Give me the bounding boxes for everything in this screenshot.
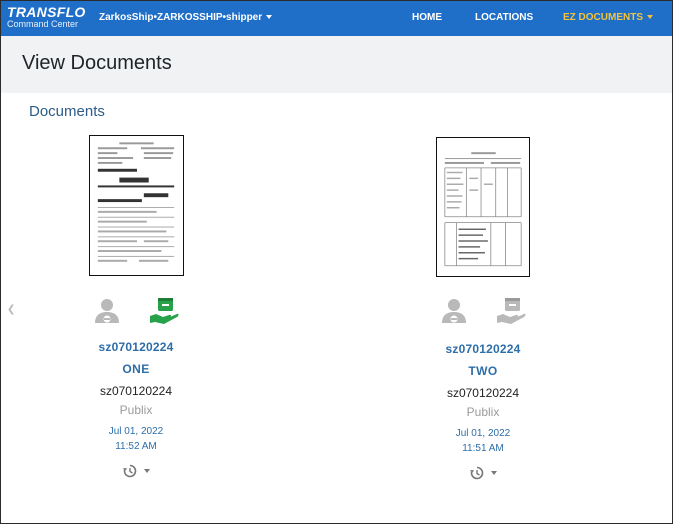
document-type: TWO [468, 364, 498, 378]
chevron-down-icon [266, 15, 273, 20]
hand-box-icon [496, 296, 526, 326]
driver-icon [440, 297, 468, 325]
document-link[interactable]: sz070120224 [408, 342, 558, 356]
document-type: ONE [122, 362, 150, 376]
document-thumbnail[interactable] [88, 135, 184, 276]
driver-icon [93, 297, 121, 325]
section-title: Documents [29, 103, 105, 120]
top-navigation-bar: TRANSFLO Command Center ZarkosShip•ZARKO… [1, 1, 672, 36]
nav-ez-documents-label: EZ DOCUMENTS [563, 12, 643, 23]
app-window: TRANSFLO Command Center ZarkosShip•ZARKO… [0, 0, 673, 524]
account-dropdown[interactable]: ZarkosShip•ZARKOSSHIP•shipper [99, 12, 273, 23]
document-time: 11:52 AM [115, 441, 157, 452]
nav-locations[interactable]: LOCATIONS [475, 12, 533, 23]
document-date: Jul 01, 2022 [455, 428, 511, 439]
document-time: 11:51 AM [462, 443, 504, 454]
carousel-left-icon[interactable]: ❮ [7, 304, 15, 315]
page-header: View Documents [1, 36, 672, 93]
page-title: View Documents [22, 52, 172, 74]
document-status-icons [61, 294, 211, 328]
document-link[interactable]: sz070120224 [61, 340, 211, 354]
document-shipper: Publix [119, 403, 153, 417]
document-thumbnail[interactable] [436, 137, 530, 277]
document-reference: sz070120224 [446, 386, 520, 400]
document-date: Jul 01, 2022 [108, 426, 164, 437]
document-reference: sz070120224 [99, 384, 173, 398]
chevron-down-icon [490, 471, 497, 475]
document-card: sz070120224 ONE sz070120224 Publix Jul 0… [61, 135, 211, 483]
history-icon [469, 466, 483, 480]
document-card: sz070120224 TWO sz070120224 Publix Jul 0… [408, 137, 558, 485]
transflo-logo[interactable]: TRANSFLO Command Center [7, 4, 86, 29]
history-dropdown[interactable] [469, 466, 497, 480]
hand-box-icon [149, 296, 179, 326]
chevron-down-icon [647, 15, 653, 20]
document-shipper: Publix [466, 405, 500, 419]
nav-ez-documents[interactable]: EZ DOCUMENTS [563, 12, 653, 23]
account-label: ZarkosShip•ZARKOSSHIP•shipper [99, 12, 263, 23]
history-icon [122, 464, 136, 478]
nav-home[interactable]: HOME [412, 12, 442, 23]
history-dropdown[interactable] [122, 464, 150, 478]
brand-subtitle: Command Center [7, 19, 79, 29]
document-status-icons [408, 294, 558, 328]
chevron-down-icon [143, 469, 150, 473]
brand-name: TRANSFLO [7, 4, 86, 20]
